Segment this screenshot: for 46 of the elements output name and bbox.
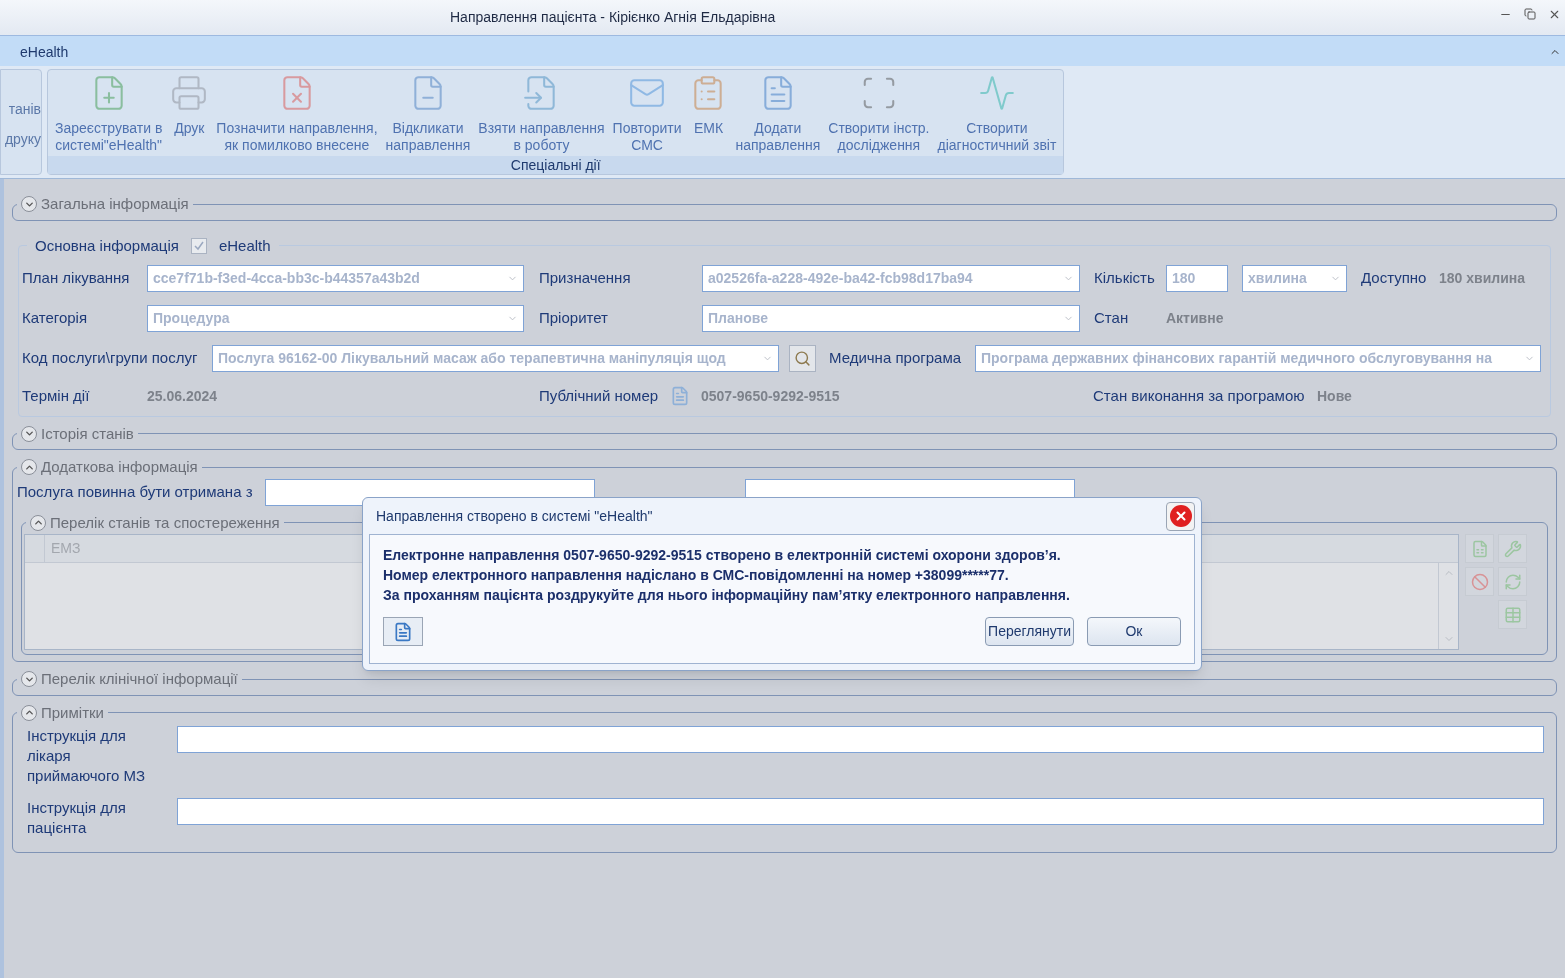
- ribbon-group-title: Спеціальні дії: [48, 156, 1064, 174]
- dropdown-field[interactable]: Процедура: [147, 305, 524, 332]
- section-title: Загальна інформація: [41, 194, 189, 214]
- field-label: Стан: [1094, 308, 1130, 329]
- ribbon-label: друку: [4, 130, 41, 149]
- field-label: Публічний номер: [539, 386, 660, 406]
- field-label: План лікування: [22, 268, 131, 289]
- field-value: Нове: [1317, 386, 1352, 406]
- dialog-message: Електронне направлення 0507-9650-9292-9515 створено в електронній системі охорони здоровʼя.: [383, 546, 1062, 565]
- group-title: Основна інформація: [35, 235, 179, 256]
- field-label: Інструкція для пацієнта: [27, 798, 127, 838]
- dropdown-field[interactable]: Послуга 96162-00 Лікувальний масаж або терапевтична маніпуляція щод: [212, 345, 779, 372]
- field-label: Кількість: [1094, 268, 1156, 289]
- checkbox-label: eHealth: [218, 235, 271, 256]
- field-label: Медична програма: [829, 348, 963, 369]
- section-title: Додаткова інформація: [41, 457, 198, 477]
- dropdown-field[interactable]: Планове: [702, 305, 1080, 332]
- field-label: Послуга повинна бути отримана з: [17, 481, 253, 502]
- field-value: 25.06.2024: [147, 386, 219, 406]
- window-title: Направлення пацієнта - Кірієнко Агнія Ельдарівна: [450, 8, 776, 27]
- dialog-message: За проханням пацієнта роздрукуйте для нього інформаційну памʼятку електронного направлення.: [383, 586, 1071, 605]
- dialog-title: Направлення створено в системі "eHealth": [376, 506, 654, 526]
- field-label: Доступно: [1361, 268, 1428, 289]
- field-label: Пріоритет: [539, 308, 609, 329]
- field-label: Призначення: [539, 268, 632, 289]
- field-value: Активне: [1166, 309, 1224, 328]
- dialog-button[interactable]: Переглянути: [985, 617, 1074, 646]
- field-label: Термін дії: [22, 386, 91, 406]
- dropdown-field[interactable]: Програма державних фінансових гарантій медичного обслуговування на: [975, 345, 1541, 372]
- section-title: Перелік клінічної інформації: [41, 669, 238, 689]
- ribbon-label: танів: [8, 100, 41, 119]
- section-title: Історія станів: [41, 423, 134, 444]
- field-label: Інструкція для лікаря приймаючого МЗ: [27, 726, 147, 786]
- field-label: Код послуги\групи послуг: [22, 348, 199, 369]
- section-title: Примітки: [41, 702, 104, 723]
- input-field[interactable]: 180: [1166, 265, 1228, 292]
- dropdown-field[interactable]: хвилина: [1242, 265, 1347, 292]
- dropdown-field[interactable]: a02526fa-a228-492e-ba42-fcb98d17ba94: [702, 265, 1080, 292]
- field-label: Категорія: [22, 308, 89, 329]
- dialog-button[interactable]: Ок: [1087, 617, 1181, 646]
- section-title: Перелік станів та спостереження: [50, 512, 280, 533]
- field-value: 180 хвилина: [1439, 269, 1525, 288]
- dialog-message: Номер електронного направлення надіслано в СМС-повідомленні на номер +38099*****77.: [383, 566, 1010, 585]
- field-label: Стан виконання за програмою: [1093, 386, 1306, 406]
- dropdown-field[interactable]: cce7f71b-f3ed-4cca-bb3c-b44357a43b2d: [147, 265, 524, 292]
- field-value: 0507-9650-9292-9515: [701, 386, 841, 406]
